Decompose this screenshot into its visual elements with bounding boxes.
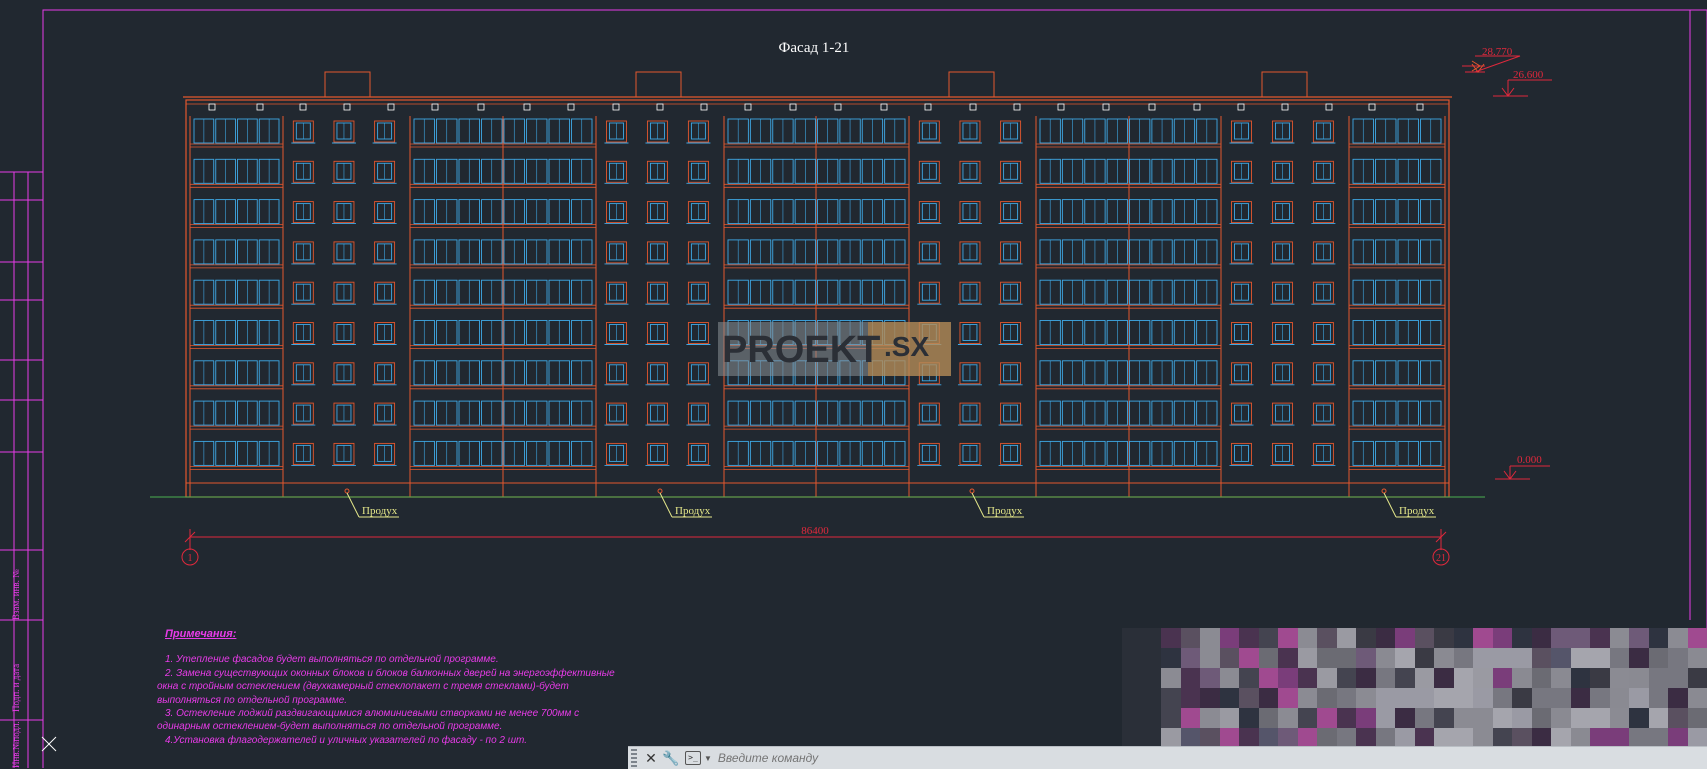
attic-vent	[612, 103, 620, 111]
notes-title: Примечания:	[165, 628, 237, 640]
attic-vent	[700, 103, 708, 111]
attic-vent	[1013, 103, 1021, 111]
roof-exit	[324, 71, 371, 98]
elevation-mark-top	[1462, 55, 1521, 73]
attic-vent	[567, 103, 575, 111]
attic-vent	[834, 103, 842, 111]
attic-vent	[343, 103, 351, 111]
elevation-label-top: 28.770	[1482, 46, 1513, 58]
attic-vent	[431, 103, 439, 111]
attic-vent	[1193, 103, 1201, 111]
attic-vent	[1325, 103, 1333, 111]
drag-handle[interactable]	[631, 749, 637, 767]
elevation-mark-ground	[1495, 465, 1550, 480]
close-icon[interactable]: ✕	[641, 748, 661, 768]
roof-exit	[635, 71, 682, 98]
attic-vent	[1368, 103, 1376, 111]
watermark: PROEKT .SX	[718, 322, 951, 376]
note-line-3: окна с тройным остеклением (двухкамерный…	[157, 681, 569, 693]
left-stamp	[0, 171, 43, 768]
note-line-6: одинарным остеклением-будет выполняться …	[157, 721, 503, 733]
attic-vent	[789, 103, 797, 111]
vent-label-1: Продух	[344, 488, 399, 518]
elevation-label-ground: 0.000	[1517, 454, 1542, 466]
attic-vent	[299, 103, 307, 111]
svg-text:Продух: Продух	[1399, 505, 1435, 517]
stamp-label-sign-date: Подп. и дата	[11, 664, 21, 712]
stamp-label-original-inv: Инв.№подл.	[11, 721, 21, 768]
axis-label-21: 21	[1436, 553, 1446, 564]
command-input[interactable]	[715, 748, 1707, 768]
roof-exit	[1261, 71, 1308, 98]
attic-vent	[969, 103, 977, 111]
building-facade	[183, 71, 1452, 498]
vent-label-2: Продух	[657, 488, 712, 518]
attic-vent	[1416, 103, 1424, 111]
axis-label-1: 1	[188, 553, 193, 564]
elevation-label-roof: 26.600	[1513, 69, 1544, 81]
command-line-bar: ✕ 🔧 >_ ▼	[628, 746, 1707, 769]
command-prompt-icon[interactable]: >_ ▼	[685, 751, 712, 765]
vent-labels: Продух Продух Продух Продух	[344, 488, 1436, 518]
attic-vent	[477, 103, 485, 111]
attic-vent	[1102, 103, 1110, 111]
watermark-main: PROEKT	[722, 329, 880, 371]
note-line-4: выполняться по отдельной программе.	[157, 694, 348, 706]
attic-vent	[1281, 103, 1289, 111]
attic-vent	[880, 103, 888, 111]
attic-vent	[1148, 103, 1156, 111]
attic-vent	[1237, 103, 1245, 111]
vent-label-3: Продух	[969, 488, 1024, 518]
dimension-value: 86400	[801, 525, 829, 537]
stamp-label-replaced-inv: Взам. инв. №	[11, 569, 21, 620]
svg-text:Продух: Продух	[675, 505, 711, 517]
wrench-icon[interactable]: 🔧	[661, 748, 681, 768]
note-line-2: 2. Замена существующих оконных блоков и …	[165, 667, 615, 679]
attic-vent	[523, 103, 531, 111]
attic-vent	[924, 103, 932, 111]
note-line-1: 1. Утепление фасадов будет выполняться п…	[165, 654, 499, 666]
axis-marker-21: 21	[1432, 548, 1450, 566]
axis-marker-1: 1	[181, 548, 199, 566]
svg-text:Продух: Продух	[987, 505, 1023, 517]
crosshair-cursor-icon	[41, 736, 57, 752]
svg-text:Продух: Продух	[362, 505, 398, 517]
attic-vent	[656, 103, 664, 111]
attic-vent	[744, 103, 752, 111]
watermark-suffix: .SX	[884, 331, 929, 362]
attic-vent	[387, 103, 395, 111]
notes-block: Примечания: 1. Утепление фасадов будет в…	[157, 628, 725, 747]
stamp-labels: Взам. инв. № Подп. и дата Инв.№подл.	[11, 569, 21, 768]
vent-label-4: Продух	[1381, 488, 1436, 518]
attic-vent	[208, 103, 216, 111]
drawing-title: Фасад 1-21	[779, 40, 850, 56]
elevation-mark-roof	[1493, 79, 1552, 97]
attic-vent	[256, 103, 264, 111]
roof-exit	[948, 71, 995, 98]
attic-vent	[1057, 103, 1065, 111]
note-line-5: 3. Остекление лоджий раздвигающимися алю…	[165, 708, 580, 720]
